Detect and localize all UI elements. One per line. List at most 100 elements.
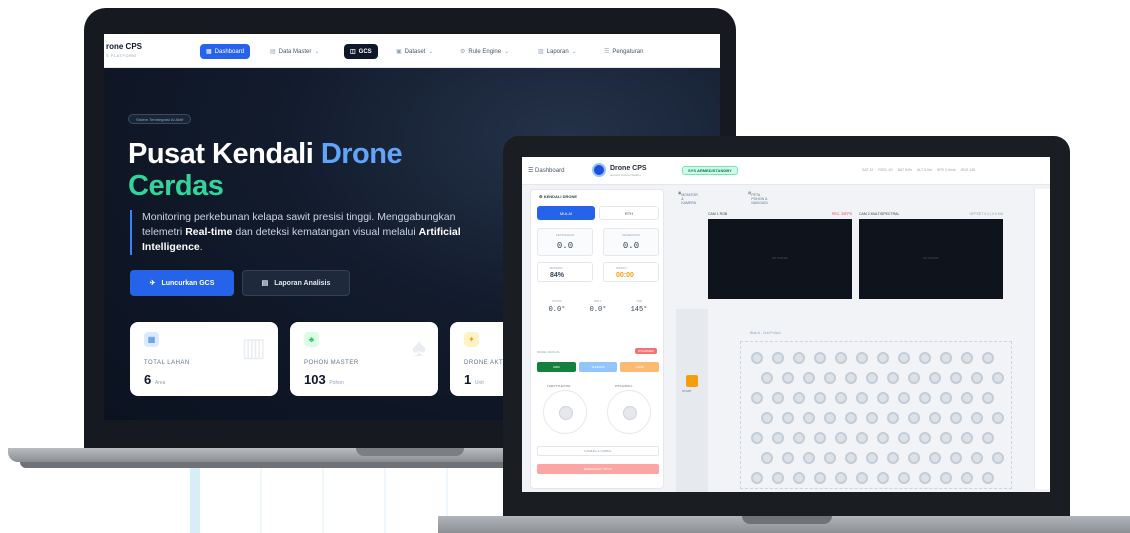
tree-marker[interactable] [782, 412, 794, 424]
tree-marker[interactable] [971, 452, 983, 464]
tree-marker[interactable] [887, 372, 899, 384]
tab-monitor-kamera[interactable]: ▣ MONITOR & KAMERA [678, 191, 698, 205]
tree-marker[interactable] [908, 452, 920, 464]
emergency-stop-button[interactable]: EMERGENCY STOP [537, 464, 659, 474]
tree-marker[interactable] [824, 452, 836, 464]
nav-gcs[interactable]: ◫ GCS [344, 44, 378, 59]
mulai-button[interactable]: MULAI [537, 206, 595, 220]
tree-marker[interactable] [919, 432, 931, 444]
tree-marker[interactable] [940, 392, 952, 404]
tree-marker[interactable] [877, 472, 889, 484]
tree-marker[interactable] [814, 472, 826, 484]
tree-marker[interactable] [887, 412, 899, 424]
tree-marker[interactable] [845, 412, 857, 424]
tree-marker[interactable] [908, 412, 920, 424]
tree-marker[interactable] [866, 412, 878, 424]
tree-marker[interactable] [761, 412, 773, 424]
camera-gimbal-button[interactable]: KAMERA & GIMBAL [537, 446, 659, 456]
tree-marker[interactable] [772, 432, 784, 444]
launch-gcs-button[interactable]: ✈ Luncurkan GCS [130, 270, 234, 296]
brand-logo[interactable]: rone CPS S PLATFORM [106, 42, 142, 60]
tree-marker[interactable] [950, 452, 962, 464]
tree-marker[interactable] [992, 372, 1004, 384]
tree-marker[interactable] [824, 412, 836, 424]
tree-marker[interactable] [772, 392, 784, 404]
tree-marker[interactable] [751, 472, 763, 484]
tree-marker[interactable] [866, 452, 878, 464]
tab-peta-pohon[interactable]: ▤ PETA POHON & NAVIGASI [748, 191, 768, 205]
tree-marker[interactable] [761, 372, 773, 384]
arm-button[interactable]: ARM [537, 362, 576, 372]
tree-marker[interactable] [856, 432, 868, 444]
nav-rule-engine[interactable]: ⚙ Rule Engine ⌄ [454, 44, 515, 59]
tree-marker[interactable] [982, 432, 994, 444]
tree-marker[interactable] [782, 372, 794, 384]
joystick-left[interactable] [543, 390, 587, 434]
tree-marker[interactable] [803, 412, 815, 424]
tree-marker[interactable] [898, 352, 910, 364]
tree-marker[interactable] [971, 372, 983, 384]
tree-marker[interactable] [856, 472, 868, 484]
tree-marker[interactable] [814, 432, 826, 444]
tree-marker[interactable] [877, 432, 889, 444]
tree-marker[interactable] [856, 352, 868, 364]
takeoff-button[interactable]: TAKEOFF [578, 362, 618, 372]
tree-marker[interactable] [908, 372, 920, 384]
nav-dashboard[interactable]: ▦ Dashboard [200, 44, 251, 59]
nav-pengaturan[interactable]: ☰ Pengaturan [598, 44, 649, 59]
tree-marker[interactable] [940, 352, 952, 364]
tree-marker[interactable] [782, 452, 794, 464]
tree-marker[interactable] [761, 452, 773, 464]
tree-marker[interactable] [772, 352, 784, 364]
tree-marker[interactable] [887, 452, 899, 464]
tree-marker[interactable] [992, 452, 1004, 464]
tree-marker[interactable] [824, 372, 836, 384]
tree-marker[interactable] [992, 412, 1004, 424]
tree-marker[interactable] [877, 352, 889, 364]
tree-marker[interactable] [793, 392, 805, 404]
tree-marker[interactable] [961, 432, 973, 444]
tree-marker[interactable] [877, 392, 889, 404]
tree-marker[interactable] [835, 392, 847, 404]
nav-laporan[interactable]: ▥ Laporan ⌄ [532, 44, 583, 59]
tree-marker[interactable] [950, 372, 962, 384]
tree-marker[interactable] [793, 352, 805, 364]
tree-marker[interactable] [803, 452, 815, 464]
tree-marker[interactable] [845, 372, 857, 384]
tree-marker[interactable] [961, 392, 973, 404]
tree-marker[interactable] [929, 412, 941, 424]
tree-marker[interactable] [919, 472, 931, 484]
tree-marker[interactable] [835, 352, 847, 364]
nav-dataset[interactable]: ▣ Dataset ⌄ [390, 44, 439, 59]
tree-marker[interactable] [950, 412, 962, 424]
tree-marker[interactable] [835, 432, 847, 444]
drone-home-marker[interactable] [686, 375, 698, 387]
rth-button[interactable]: RTH [599, 206, 659, 220]
tree-marker[interactable] [971, 412, 983, 424]
tree-marker[interactable] [982, 352, 994, 364]
tree-marker[interactable] [919, 392, 931, 404]
camera-rgb-feed[interactable]: NO SIGNAL [708, 219, 852, 299]
tree-marker[interactable] [929, 372, 941, 384]
tree-marker[interactable] [772, 472, 784, 484]
camera-multispectral-feed[interactable]: NO SIGNAL [859, 219, 1003, 299]
tree-marker[interactable] [929, 452, 941, 464]
tree-marker[interactable] [898, 472, 910, 484]
land-button[interactable]: LAND [620, 362, 660, 372]
tree-marker[interactable] [866, 372, 878, 384]
tree-marker[interactable] [814, 392, 826, 404]
tree-marker[interactable] [751, 392, 763, 404]
tree-marker[interactable] [793, 432, 805, 444]
analysis-report-button[interactable]: ▤ Laporan Analisis [242, 270, 350, 296]
tree-marker[interactable] [898, 432, 910, 444]
tree-marker[interactable] [982, 392, 994, 404]
tree-marker[interactable] [751, 352, 763, 364]
tree-marker[interactable] [835, 472, 847, 484]
tree-marker[interactable] [845, 452, 857, 464]
tree-marker[interactable] [898, 392, 910, 404]
tree-marker[interactable] [961, 472, 973, 484]
tree-marker[interactable] [961, 352, 973, 364]
nav-data-master[interactable]: ▤ Data Master ⌄ [264, 44, 325, 59]
joystick-right[interactable] [607, 390, 651, 434]
tree-marker[interactable] [814, 352, 826, 364]
